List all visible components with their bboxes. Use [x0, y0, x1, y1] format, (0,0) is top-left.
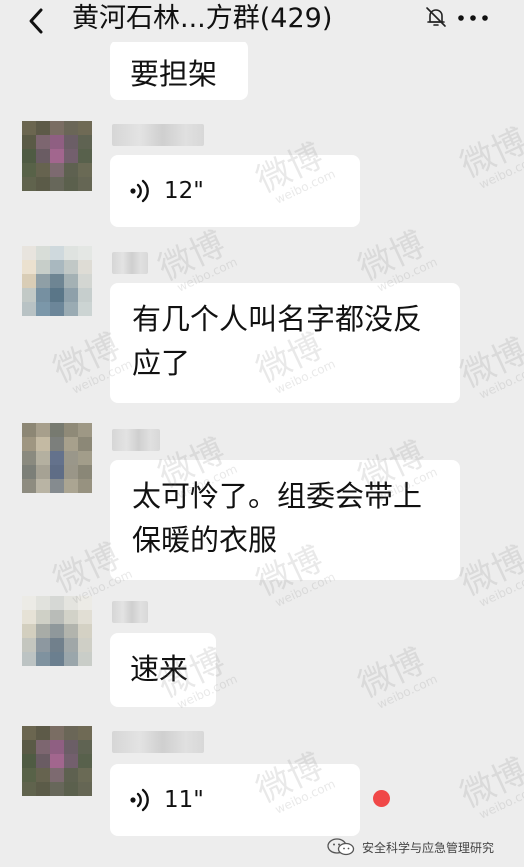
- avatar[interactable]: [22, 246, 92, 316]
- chat-area: 要担架 12" 有几个人叫名字都没反 应了 太可怜了。组委会带上 保暖的衣服 速…: [0, 0, 524, 867]
- voice-duration: 11": [164, 787, 204, 813]
- message-text-line: 太可怜了。组委会带上: [132, 479, 423, 513]
- sender-name-redacted: [112, 429, 160, 451]
- message-text: 速来: [130, 652, 189, 686]
- wechat-icon: [327, 838, 355, 856]
- sender-name-redacted: [112, 124, 204, 146]
- footer-watermark-text: 安全科学与应急管理研究: [362, 840, 495, 855]
- message-text-line: 应了: [132, 346, 191, 380]
- message-text: 要担架: [130, 57, 218, 91]
- bell-off-icon[interactable]: [424, 5, 448, 29]
- footer-watermark: 安全科学与应急管理研究: [326, 836, 494, 858]
- voice-message-bubble[interactable]: 12": [110, 155, 360, 227]
- message-bubble-4[interactable]: 太可怜了。组委会带上 保暖的衣服: [110, 460, 460, 580]
- more-dots-icon[interactable]: [456, 6, 490, 30]
- avatar[interactable]: [22, 423, 92, 493]
- message-text-line: 保暖的衣服: [132, 523, 278, 557]
- sender-name-redacted: [112, 731, 204, 753]
- chat-title: 黄河石林...方群(429): [72, 3, 333, 34]
- avatar[interactable]: [22, 726, 92, 796]
- sender-name-redacted: [112, 252, 148, 274]
- message-text-line: 有几个人叫名字都没反: [132, 302, 423, 336]
- voice-message-bubble[interactable]: 11": [110, 764, 360, 836]
- message-bubble-1[interactable]: 要担架: [110, 40, 248, 100]
- unread-dot: [373, 790, 390, 807]
- chevron-left-icon[interactable]: [22, 6, 52, 36]
- message-bubble-3[interactable]: 有几个人叫名字都没反 应了: [110, 283, 460, 403]
- chat-header: 黄河石林...方群(429): [0, 0, 524, 42]
- voice-wave-icon: [130, 179, 149, 203]
- avatar[interactable]: [22, 596, 92, 666]
- voice-wave-icon: [130, 788, 149, 812]
- voice-duration: 12": [164, 178, 204, 204]
- sender-name-redacted: [112, 601, 148, 623]
- message-bubble-5[interactable]: 速来: [110, 633, 216, 707]
- avatar[interactable]: [22, 121, 92, 191]
